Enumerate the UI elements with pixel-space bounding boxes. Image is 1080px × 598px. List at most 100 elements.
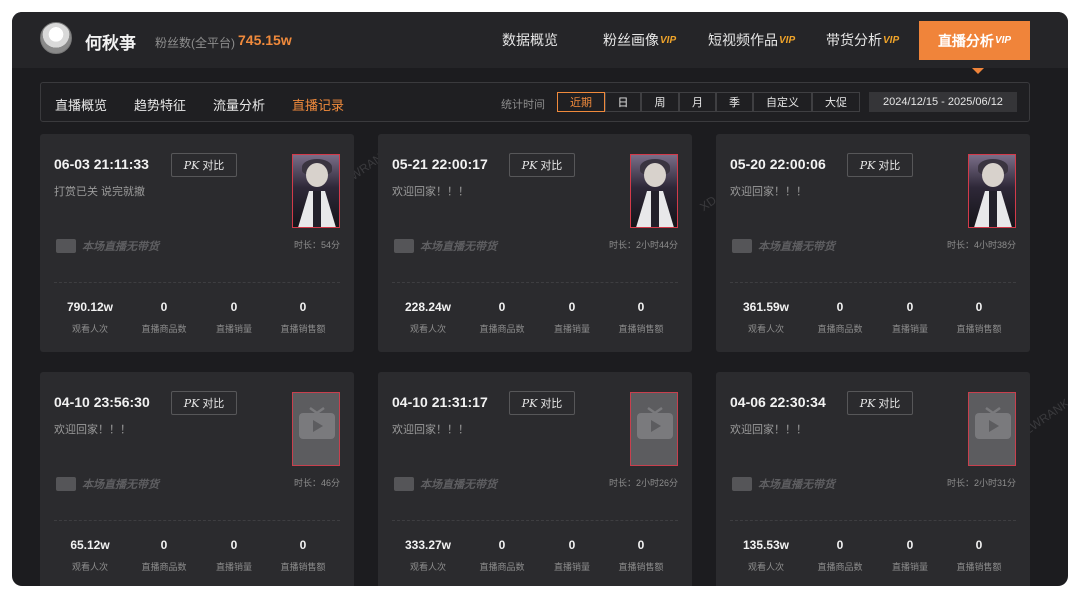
- no-goods-indicator: 本场直播无带货: [394, 476, 497, 492]
- live-title: 欢迎回家！！！: [730, 186, 807, 198]
- stat-value: 0: [498, 538, 506, 552]
- stat-sales-volume: 0 直播销量: [532, 300, 612, 335]
- live-duration: 时长：54分: [293, 240, 340, 250]
- pk-compare-button[interactable]: PK 对比: [847, 153, 913, 177]
- period-month[interactable]: 月: [679, 92, 716, 112]
- date-range-picker[interactable]: 2024/12/15 - 2025/06/12: [869, 92, 1017, 112]
- stat-value: 0: [299, 538, 307, 552]
- nav-fan-profile[interactable]: 粉丝画像 VIP: [603, 12, 676, 68]
- live-cover-thumbnail[interactable]: [630, 154, 678, 228]
- live-cover-thumbnail[interactable]: [630, 392, 678, 466]
- vip-badge: VIP: [779, 34, 796, 46]
- no-goods-label: 本场直播无带货: [420, 479, 497, 491]
- stat-value: 228.24w: [404, 300, 452, 314]
- box-icon: [732, 239, 752, 253]
- stat-sales-volume: 0 直播销量: [870, 300, 950, 335]
- stat-views: 790.12w 观看人次: [50, 300, 130, 335]
- fans-label: 粉丝数(全平台): [155, 36, 235, 50]
- stat-sales-volume: 0 直播销量: [194, 538, 274, 573]
- box-icon: [732, 477, 752, 491]
- stat-product-count: 0 直播商品数: [124, 300, 204, 335]
- stat-value: 361.59w: [742, 300, 790, 314]
- stat-sales-amount: 0 直播销售额: [601, 538, 681, 573]
- stat-value: 0: [906, 538, 914, 552]
- pk-prefix: PK: [521, 396, 538, 410]
- live-duration: 时长：2小时31分: [946, 478, 1016, 488]
- stat-views: 361.59w 观看人次: [726, 300, 806, 335]
- pk-compare-button[interactable]: PK 对比: [171, 391, 237, 415]
- pk-compare-button[interactable]: PK 对比: [509, 391, 575, 415]
- tab-traffic-analysis[interactable]: 流量分析: [213, 95, 265, 114]
- stat-value: 0: [160, 300, 168, 314]
- divider: [730, 282, 1016, 283]
- tab-live-records[interactable]: 直播记录: [292, 95, 344, 114]
- stat-label: 观看人次: [409, 324, 446, 334]
- pk-label: 对比: [202, 398, 225, 410]
- stat-value: 0: [906, 300, 914, 314]
- stat-label: 直播销量: [553, 324, 590, 334]
- stat-value: 790.12w: [66, 300, 114, 314]
- nav-data-overview[interactable]: 数据概览: [502, 12, 558, 68]
- live-record-card[interactable]: 04-10 23:56:30 PK 对比 欢迎回家！！！ 本场直播无带货 时长：4…: [40, 372, 354, 586]
- video-placeholder-icon: [637, 407, 673, 439]
- live-title: 欢迎回家！！！: [54, 424, 131, 436]
- stat-product-count: 0 直播商品数: [800, 300, 880, 335]
- live-record-card[interactable]: 04-06 22:30:34 PK 对比 欢迎回家！！！ 本场直播无带货 时长：2…: [716, 372, 1030, 586]
- stat-value: 0: [637, 538, 645, 552]
- stat-label: 观看人次: [747, 562, 784, 572]
- live-record-card[interactable]: 05-20 22:00:06 PK 对比 欢迎回家！！！ 本场直播无带货 时长：4…: [716, 134, 1030, 352]
- stat-views: 228.24w 观看人次: [388, 300, 468, 335]
- pk-compare-button[interactable]: PK 对比: [847, 391, 913, 415]
- live-duration: 时长：2小时26分: [608, 478, 678, 488]
- avatar[interactable]: [40, 22, 72, 54]
- period-week[interactable]: 周: [641, 92, 679, 112]
- live-record-card[interactable]: 05-21 22:00:17 PK 对比 欢迎回家！！！ 本场直播无带货 时长：2…: [378, 134, 692, 352]
- pk-prefix: PK: [521, 158, 538, 172]
- period-promo[interactable]: 大促: [812, 92, 860, 112]
- period-quarter[interactable]: 季: [716, 92, 753, 112]
- nav-label: 数据概览: [502, 32, 558, 48]
- stat-label: 直播销售额: [280, 562, 326, 572]
- figure-tie: [651, 191, 659, 227]
- stat-sales-volume: 0 直播销量: [532, 538, 612, 573]
- stat-product-count: 0 直播商品数: [124, 538, 204, 573]
- pk-compare-button[interactable]: PK 对比: [171, 153, 237, 177]
- period-recent[interactable]: 近期: [557, 92, 605, 112]
- nav-short-video[interactable]: 短视频作品 VIP: [708, 12, 795, 68]
- stat-label: 直播销量: [891, 562, 928, 572]
- pk-compare-button[interactable]: PK 对比: [509, 153, 575, 177]
- stat-sales-amount: 0 直播销售额: [601, 300, 681, 335]
- stat-value: 0: [836, 300, 844, 314]
- figure-head: [644, 163, 666, 187]
- live-cover-thumbnail[interactable]: [968, 154, 1016, 228]
- divider: [730, 520, 1016, 521]
- live-title: 欢迎回家！！！: [392, 424, 469, 436]
- divider: [392, 282, 678, 283]
- live-cover-thumbnail[interactable]: [292, 392, 340, 466]
- nav-sales-analysis[interactable]: 带货分析 VIP: [826, 12, 899, 68]
- stat-label: 直播销量: [891, 324, 928, 334]
- period-day[interactable]: 日: [605, 92, 641, 112]
- nav-live-analysis[interactable]: 直播分析 VIP: [919, 21, 1030, 60]
- stat-sales-amount: 0 直播销售额: [939, 538, 1019, 573]
- stat-label: 直播销售额: [618, 324, 664, 334]
- stat-value: 0: [637, 300, 645, 314]
- no-goods-indicator: 本场直播无带货: [394, 238, 497, 254]
- pk-label: 对比: [878, 398, 901, 410]
- tab-live-overview[interactable]: 直播概览: [55, 95, 107, 114]
- live-cover-thumbnail[interactable]: [292, 154, 340, 228]
- tab-trend-features[interactable]: 趋势特征: [134, 95, 186, 114]
- box-icon: [56, 477, 76, 491]
- pk-label: 对比: [540, 398, 563, 410]
- stat-sales-amount: 0 直播销售额: [263, 538, 343, 573]
- live-title: 打赏已关 说完就撤: [54, 186, 146, 198]
- live-cover-thumbnail[interactable]: [968, 392, 1016, 466]
- divider: [54, 282, 340, 283]
- box-icon: [56, 239, 76, 253]
- live-record-card[interactable]: 06-03 21:11:33 PK 对比 打赏已关 说完就撤 本场直播无带货 时长…: [40, 134, 354, 352]
- live-record-card[interactable]: 04-10 21:31:17 PK 对比 欢迎回家！！！ 本场直播无带货 时长：2…: [378, 372, 692, 586]
- stat-views: 135.53w 观看人次: [726, 538, 806, 573]
- no-goods-indicator: 本场直播无带货: [732, 238, 835, 254]
- vip-badge: VIP: [994, 35, 1012, 46]
- period-custom[interactable]: 自定义: [753, 92, 812, 112]
